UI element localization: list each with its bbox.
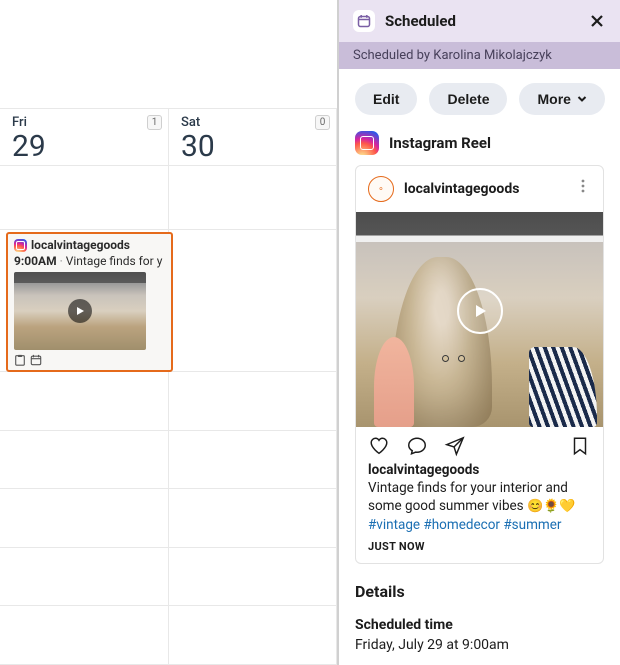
play-icon (472, 303, 488, 319)
preview-header: ∘ localvintagegoods (356, 166, 603, 212)
close-icon (589, 13, 605, 29)
event-count-badge: 1 (147, 115, 162, 130)
calendar-header-row: Fri 1 29 Sat 0 30 (0, 108, 337, 166)
preview-caption: localvintagegoods Vintage finds for your… (356, 461, 603, 534)
calendar-icon (30, 354, 42, 366)
dots-vertical-icon (581, 179, 585, 193)
post-type-label: Instagram Reel (389, 134, 491, 152)
play-button[interactable] (457, 288, 503, 334)
details-heading: Details (355, 582, 604, 601)
event-preview-text: Vintage finds for y (66, 254, 163, 268)
day-of-week: Fri (12, 115, 158, 130)
scheduled-icon (353, 10, 375, 32)
instagram-icon (355, 131, 379, 155)
preview-account: localvintagegoods (404, 181, 519, 197)
day-number: 29 (12, 132, 158, 162)
action-buttons: Edit Delete More (355, 83, 604, 115)
event-time: 9:00AM (14, 254, 57, 268)
scheduled-time-value: Friday, July 29 at 9:00am (355, 637, 604, 653)
caption-emojis: 😊🌻💛 (527, 499, 576, 514)
more-button[interactable]: More (519, 83, 604, 115)
day-number: 30 (181, 132, 326, 162)
day-header-sat[interactable]: Sat 0 30 (169, 109, 337, 165)
event-footer-icons (14, 354, 42, 366)
instagram-icon (14, 239, 27, 252)
panel-title: Scheduled (385, 12, 456, 30)
avatar: ∘ (368, 176, 394, 202)
bookmark-icon[interactable] (569, 435, 591, 457)
share-icon[interactable] (444, 435, 466, 457)
event-count-badge: 0 (315, 115, 330, 130)
event-account: localvintagegoods (31, 238, 130, 252)
event-thumbnail (14, 272, 146, 350)
comment-icon[interactable] (406, 435, 428, 457)
delete-button[interactable]: Delete (429, 83, 507, 115)
caption-hashtags: #vintage #homedecor #summer (368, 517, 561, 533)
calendar-pane: Fri 1 29 Sat 0 30 (0, 0, 339, 665)
scheduled-time-label: Scheduled time (355, 617, 604, 633)
preview-media[interactable] (356, 212, 603, 427)
post-type-row: Instagram Reel (355, 131, 604, 155)
day-of-week: Sat (181, 115, 326, 130)
edit-button[interactable]: Edit (355, 83, 417, 115)
calendar-column-sat[interactable] (169, 166, 337, 665)
panel-header: Scheduled (339, 0, 620, 42)
chevron-down-icon (577, 94, 587, 104)
calendar-event-card[interactable]: localvintagegoods 9:00AM · Vintage finds… (6, 232, 173, 372)
preview-actions (356, 427, 603, 461)
detail-panel: Scheduled Scheduled by Karolina Mikolajc… (339, 0, 620, 665)
caption-user: localvintagegoods (368, 462, 479, 478)
preview-more-button[interactable] (573, 176, 593, 196)
close-button[interactable] (584, 8, 610, 34)
heart-icon[interactable] (368, 435, 390, 457)
instagram-preview-card: ∘ localvintagegoods (355, 165, 604, 564)
panel-subtitle: Scheduled by Karolina Mikolajczyk (339, 42, 620, 69)
play-icon (68, 299, 92, 323)
clipboard-icon (14, 354, 26, 366)
event-source: localvintagegoods (14, 238, 165, 252)
event-summary: 9:00AM · Vintage finds for y (14, 254, 165, 268)
more-button-label: More (537, 91, 570, 107)
day-header-fri[interactable]: Fri 1 29 (0, 109, 169, 165)
preview-timestamp: JUST NOW (356, 534, 603, 563)
